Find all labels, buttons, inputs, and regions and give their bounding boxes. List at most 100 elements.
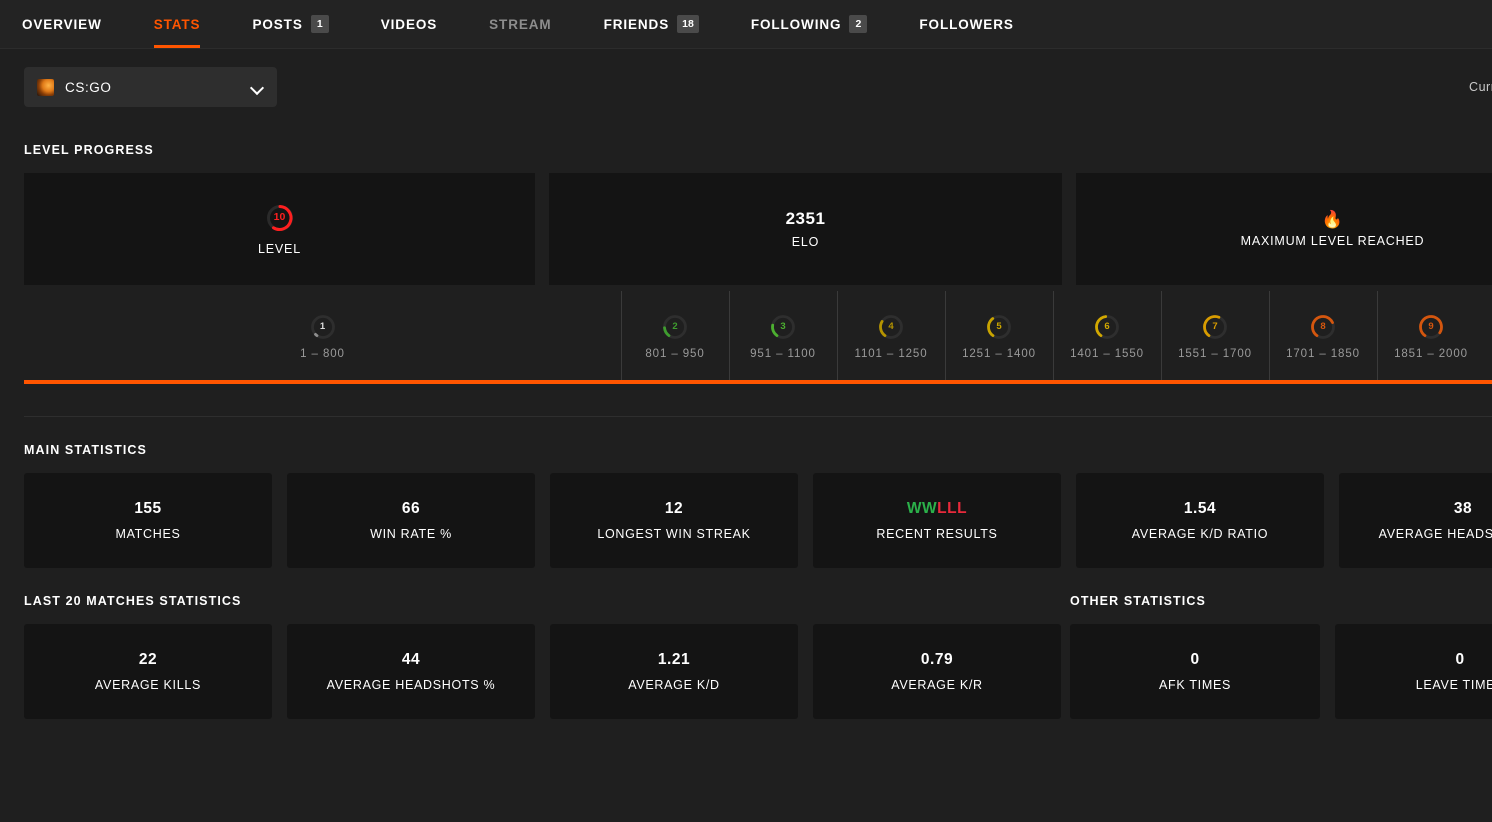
ladder-item-level-9[interactable]: 9 1851 – 2000 (1377, 291, 1485, 380)
tab-videos[interactable]: VIDEOS (381, 0, 461, 48)
current-rank-label: Current rank: U (1469, 80, 1492, 94)
ladder-level-badge-icon: 7 (1201, 313, 1229, 341)
stat-value: 44 (401, 651, 421, 668)
tab-overview[interactable]: OVERVIEW (22, 0, 126, 48)
tab-following[interactable]: FOLLOWING 2 (751, 0, 892, 48)
tab-friends[interactable]: FRIENDS 18 (604, 0, 723, 48)
ladder-item-level-3[interactable]: 3 951 – 1100 (729, 291, 837, 380)
ladder-elo-range: 1 – 800 (300, 348, 345, 360)
stat-value: 0.79 (920, 651, 954, 668)
stat-card: 1.21 AVERAGE K/D (550, 624, 798, 719)
stat-value: 155 (134, 500, 162, 517)
level-ladder: 1 1 – 800 2 801 – 950 3 951 – 1100 4 1101 – 125… (24, 291, 1492, 384)
stat-label: AVERAGE K/D (628, 678, 720, 692)
stat-label: AVERAGE K/D RATIO (1131, 527, 1269, 541)
tab-posts[interactable]: POSTS 1 (252, 0, 352, 48)
ladder-level-badge-icon: 2 (661, 313, 689, 341)
ladder-level-badge-icon: 1 (309, 313, 337, 341)
stat-card: WWLLL RECENT RESULTS (813, 473, 1061, 568)
tab-badge-count: 18 (677, 14, 699, 34)
stat-card: 155 MATCHES (24, 473, 272, 568)
ladder-elo-range: 801 – 950 (645, 348, 705, 360)
stat-label: AFK TIMES (1158, 678, 1232, 692)
max-level-card: 🔥 MAXIMUM LEVEL REACHED (1076, 173, 1492, 285)
stat-card: 66 WIN RATE % (287, 473, 535, 568)
ladder-elo-range: 1401 – 1550 (1070, 348, 1144, 360)
elo-label: ELO (791, 235, 820, 249)
tab-label: FOLLOWERS (919, 16, 1014, 32)
stat-value: 12 (664, 500, 684, 517)
level-badge-number: 10 (273, 211, 286, 224)
stat-value: 38 (1453, 500, 1473, 517)
ladder-level-badge-icon: 8 (1309, 313, 1337, 341)
tab-followers[interactable]: FOLLOWERS (919, 0, 1037, 48)
ladder-level-badge-icon: 5 (985, 313, 1013, 341)
ladder-item-level-4[interactable]: 4 1101 – 1250 (837, 291, 945, 380)
tab-label: FOLLOWING (750, 16, 842, 32)
flame-icon: 🔥 (1321, 209, 1344, 229)
ladder-item-level-6[interactable]: 6 1401 – 1550 (1053, 291, 1161, 380)
ladder-item-level-1[interactable]: 1 1 – 800 (24, 299, 621, 374)
tab-label: VIDEOS (380, 16, 438, 32)
level-progress-bar (24, 380, 1492, 384)
stat-card: 0 AFK TIMES (1070, 624, 1320, 719)
main-statistics-section: MAIN STATISTICS 155 MATCHES 66 WIN RATE % 12… (24, 443, 1492, 568)
level-card: 10 LEVEL (24, 173, 535, 285)
ladder-level-number: 6 (1104, 321, 1110, 333)
stat-card: 0.79 AVERAGE K/R (813, 624, 1061, 719)
stat-label: RECENT RESULTS (876, 527, 998, 541)
bottom-statistics-row: LAST 20 MATCHES STATISTICS 22 AVERAGE KIL… (24, 594, 1492, 719)
tab-stream[interactable]: STREAM (489, 0, 575, 48)
ladder-level-badge-icon: 6 (1093, 313, 1121, 341)
max-level-label: MAXIMUM LEVEL REACHED (1240, 233, 1425, 248)
ladder-item-level-8[interactable]: 8 1701 – 1850 (1269, 291, 1377, 380)
ladder-elo-range: 1851 – 2000 (1394, 348, 1468, 360)
stat-label: WIN RATE % (370, 527, 452, 541)
ladder-item-level-5[interactable]: 5 1251 – 1400 (945, 291, 1053, 380)
stat-label: MATCHES (115, 527, 181, 541)
level-progress-cards: 10 LEVEL 2351 ELO 🔥 MAXIMUM LEVEL REACHE… (24, 173, 1492, 285)
ladder-level-badge-icon: 9 (1417, 313, 1445, 341)
main-statistics-title: MAIN STATISTICS (24, 443, 147, 457)
tab-label: FRIENDS (603, 16, 670, 32)
last20-title: LAST 20 MATCHES STATISTICS (24, 594, 242, 608)
level-badge-icon: 10 (265, 203, 295, 233)
ladder-level-number: 9 (1428, 321, 1434, 333)
ladder-level-badge-icon: 4 (877, 313, 905, 341)
stat-label: AVERAGE KILLS (94, 678, 202, 692)
ladder-level-number: 1 (319, 321, 326, 333)
ladder-level-number: 3 (780, 321, 786, 333)
ladder-elo-range: 1251 – 1400 (962, 348, 1036, 360)
stat-card: 38 AVERAGE HEADSHOTS % (1339, 473, 1492, 568)
tab-stats[interactable]: STATS (153, 0, 225, 48)
recent-results-losses: LLL (937, 500, 968, 517)
tab-label: POSTS (252, 16, 303, 32)
tab-badge-count: 2 (849, 14, 868, 34)
ladder-level-badge-icon: 3 (769, 313, 797, 341)
stat-value: 0 (1190, 651, 1200, 668)
stat-value: 0 (1455, 651, 1465, 668)
stat-card: 44 AVERAGE HEADSHOTS % (287, 624, 535, 719)
stat-card: 1.54 AVERAGE K/D RATIO (1076, 473, 1324, 568)
stat-value: WWLLL (907, 500, 967, 518)
csgo-game-icon (37, 78, 54, 96)
page-content: CS:GO Current rank: U LEVEL PROGRESS 10 … (0, 49, 1492, 719)
tab-label: STATS (153, 16, 201, 32)
stat-label: AVERAGE HEADSHOTS % (326, 678, 496, 692)
recent-results-wins: WW (906, 500, 938, 517)
elo-value: 2351 (785, 209, 826, 228)
stat-card: 0 LEAVE TIMES (1335, 624, 1492, 719)
primary-navigation: OVERVIEW STATS POSTS 1 VIDEOS STREAM FRIENDS 18… (0, 0, 1492, 49)
ladder-item-level-7[interactable]: 7 1551 – 1700 (1161, 291, 1269, 380)
game-select-dropdown[interactable]: CS:GO (24, 67, 277, 107)
chevron-down-icon[interactable] (251, 83, 264, 91)
stat-value: 1.54 (1183, 500, 1217, 517)
ladder-level-number: 7 (1212, 321, 1218, 333)
ladder-elo-range: 1701 – 1850 (1286, 348, 1360, 360)
stat-label: LONGEST WIN STREAK (597, 527, 751, 541)
stat-card: 12 LONGEST WIN STREAK (550, 473, 798, 568)
ladder-item-level-2[interactable]: 2 801 – 950 (621, 291, 729, 380)
game-selector-row: CS:GO Current rank: U (24, 49, 1492, 125)
ladder-level-number: 2 (672, 321, 678, 333)
stat-value: 66 (401, 500, 421, 517)
